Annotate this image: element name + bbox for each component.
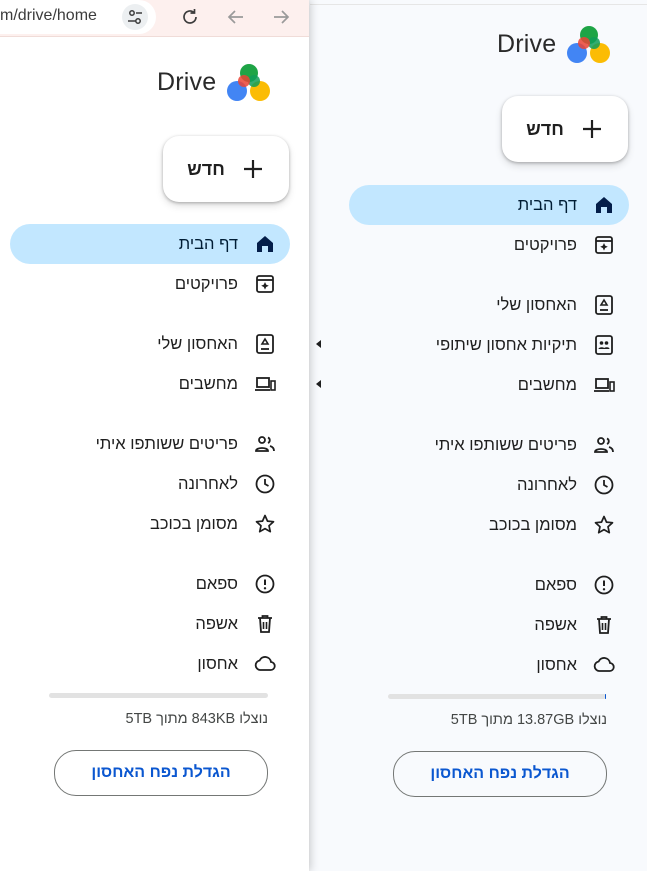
window-edge [310,4,647,5]
sidebar-item-label: פריטים ששותפו איתי [95,434,238,453]
sidebar-item-trash[interactable]: אשפה [349,605,629,645]
storage-usage-text: נוצלו 13.87GB מתוך 5TB [450,712,607,728]
sidebar-item-shared-people[interactable]: פריטים ששותפו איתי [349,425,629,465]
expand-arrow-icon[interactable] [313,339,323,349]
trash-icon [252,611,278,637]
plus-icon [243,160,262,178]
sidebar-item-trash[interactable]: אשפה [10,604,290,644]
browser-toolbar: m/drive/home [0,0,309,37]
storage-bar [49,693,268,698]
new-button-label: חדש [526,118,564,139]
sidebar-item-label: אשפה [195,614,238,633]
sidebar-item-label: אחסון [197,654,238,673]
forward-icon[interactable] [270,6,292,28]
cloud-icon [252,651,278,677]
sidebar-item-cloud[interactable]: אחסון [349,645,629,685]
sidebar-item-label: מסומן בכוכב [150,514,238,533]
sidebar-item-projects[interactable]: פרויקטים [349,225,629,265]
sidebar-item-label: ספאם [195,574,238,593]
address-bar-url: m/drive/home [0,7,97,24]
upgrade-storage-button[interactable]: הגדלת נפח האחסון [54,750,268,796]
plus-icon [582,120,601,138]
sidebar-item-my-drive[interactable]: האחסון שלי [349,285,629,325]
sidebar-item-label: פרויקטים [513,235,577,254]
shared-people-icon [252,431,278,457]
sidebar-item-spam[interactable]: ספאם [349,565,629,605]
sidebar-item-label: אחסון [536,655,577,674]
my-drive-icon [252,331,278,357]
new-button[interactable]: חדש [502,96,628,162]
sidebar-item-label: מחשבים [178,374,238,393]
drive-sidebar-left: m/drive/home Drive חדש דף הבית פרויקטים … [0,0,321,871]
drive-wordmark: Drive [157,67,217,96]
sidebar-item-label: דף הבית [517,195,577,214]
drive-wordmark: Drive [497,29,557,58]
expand-arrow-icon[interactable] [313,379,323,389]
sidebar-item-shared-people[interactable]: פריטים ששותפו איתי [10,424,290,464]
sidebar-item-clock[interactable]: לאחרונה [349,465,629,505]
sidebar-item-star[interactable]: מסומן בכוכב [349,505,629,545]
sidebar-item-label: מסומן בכוכב [489,515,577,534]
sidebar-item-cloud[interactable]: אחסון [10,644,290,684]
sidebar-item-label: ספאם [534,575,577,594]
sidebar-item-shared-drives[interactable]: תיקיות אחסון שיתופי [349,325,629,365]
upgrade-storage-label: הגדלת נפח האחסון [91,764,231,781]
home-icon [591,192,617,218]
storage-bar-fill [605,694,606,699]
drive-sidebar-right: Drive חדש דף הבית פרויקטים האחסון שלי תיקיו… [310,0,647,871]
drive-logo-link[interactable]: Drive [497,24,612,64]
sidebar-item-projects[interactable]: פרויקטים [10,264,290,304]
sidebar-item-label: האחסון שלי [157,334,238,353]
tune-icon [128,10,142,24]
computers-icon [252,371,278,397]
sidebar-item-home[interactable]: דף הבית [10,224,290,264]
trash-icon [591,612,617,638]
reload-icon[interactable] [179,6,201,28]
drive-logo-icon [567,26,611,63]
sidebar-item-computers[interactable]: מחשבים [10,364,321,404]
sidebar-item-label: פרויקטים [174,274,238,293]
sidebar-item-spam[interactable]: ספאם [10,564,290,604]
back-icon[interactable] [225,6,247,28]
sidebar-item-computers[interactable]: מחשבים [349,365,629,405]
cloud-icon [591,652,617,678]
upgrade-storage-button[interactable]: הגדלת נפח האחסון [393,751,607,797]
sidebar-item-label: אשפה [534,615,577,634]
sidebar-item-label: דף הבית [178,234,238,253]
clock-icon [591,472,617,498]
sidebar-item-star[interactable]: מסומן בכוכב [10,504,290,544]
projects-icon [252,271,278,297]
sidebar-item-label: לאחרונה [178,474,238,493]
projects-icon [591,232,617,258]
upgrade-storage-label: הגדלת נפח האחסון [430,765,570,782]
star-icon [591,512,617,538]
site-settings-button[interactable] [122,4,148,30]
home-icon [252,231,278,257]
sidebar-item-label: לאחרונה [517,475,577,494]
drive-logo-link[interactable]: Drive [157,62,272,102]
shared-people-icon [591,432,617,458]
storage-bar [388,694,606,699]
sidebar-item-my-drive[interactable]: האחסון שלי [10,324,321,364]
sidebar-item-label: מחשבים [517,375,577,394]
new-button-label: חדש [187,158,225,179]
spam-icon [252,571,278,597]
drive-logo-icon [227,64,271,101]
spam-icon [591,572,617,598]
new-button[interactable]: חדש [163,136,289,202]
sidebar-item-label: האחסון שלי [496,295,577,314]
shared-drives-icon [591,332,617,358]
storage-usage-text: נוצלו 843KB מתוך 5TB [125,711,269,727]
sidebar-item-label: תיקיות אחסון שיתופי [435,335,577,354]
my-drive-icon [591,292,617,318]
sidebar-item-label: פריטים ששותפו איתי [434,435,577,454]
star-icon [252,511,278,537]
computers-icon [591,372,617,398]
sidebar-item-home[interactable]: דף הבית [349,185,629,225]
sidebar-item-clock[interactable]: לאחרונה [10,464,290,504]
clock-icon [252,471,278,497]
